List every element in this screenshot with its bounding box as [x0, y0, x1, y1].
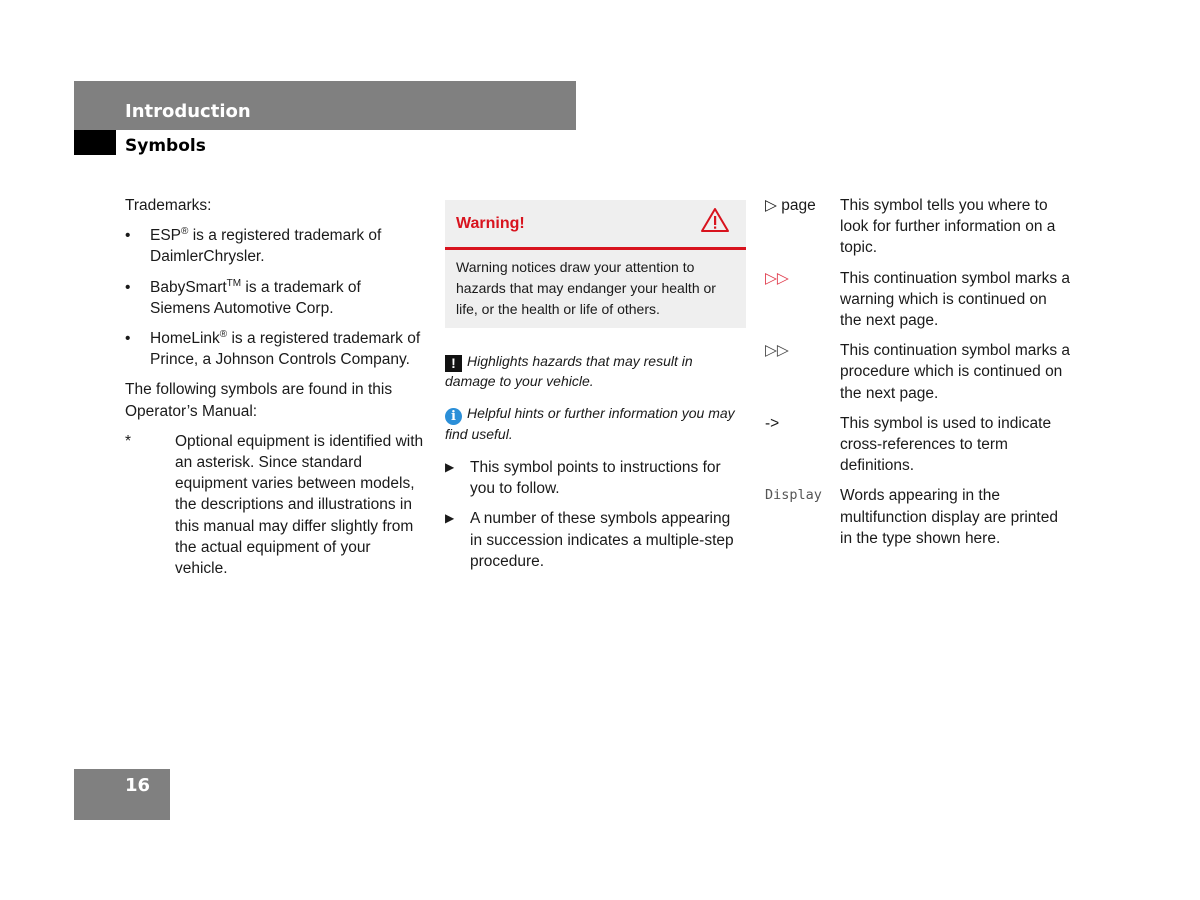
page-number: 16	[125, 775, 151, 796]
column-right: ▷ page This symbol tells you where to lo…	[765, 195, 1070, 558]
warning-continuation-icon: ▷▷	[765, 269, 789, 287]
warning-header: Warning!	[445, 200, 746, 250]
column-left: Trademarks: • ESP® is a registered tradem…	[125, 195, 425, 579]
warning-triangle-icon	[700, 207, 730, 239]
instruction-steps: ▶ This symbol points to instructions for …	[445, 457, 746, 572]
warning-body: Warning notices draw your attention to h…	[456, 259, 716, 317]
trademark-item: • ESP® is a registered trademark of Daiml…	[125, 226, 382, 266]
definition-cross-reference: -> This symbol is used to indicate cross…	[765, 413, 1070, 477]
page-reference-icon: ▷ page	[765, 197, 816, 214]
trademark-list: • ESP® is a registered trademark of Daiml…	[125, 225, 425, 370]
chapter-title: Introduction	[125, 101, 251, 122]
cross-reference-arrow-icon: ->	[765, 414, 780, 432]
exclamation-icon: !	[445, 355, 462, 372]
step-item: ▶ This symbol points to instructions for …	[445, 459, 721, 498]
note-vehicle-damage: ! Highlights hazards that may result in d…	[445, 353, 693, 389]
symbols-intro: The following symbols are found in this …	[125, 381, 393, 420]
warning-box: Warning! Warning notices draw your atten…	[445, 200, 746, 328]
info-icon: i	[445, 408, 462, 425]
play-arrow-icon: ▶	[445, 511, 455, 526]
definition-display-type: Display Words appearing in the multifunc…	[765, 485, 1070, 549]
play-arrow-icon: ▶	[445, 460, 455, 474]
asterisk-definition: * Optional equipment is identified with …	[125, 431, 425, 579]
bullet-icon: •	[125, 330, 131, 348]
definition-warning-continued: ▷▷ This continuation symbol marks a warn…	[765, 268, 1070, 332]
asterisk-text: Optional equipment is identified with an…	[175, 432, 424, 578]
bullet-icon: •	[125, 278, 131, 296]
column-middle: Warning! Warning notices draw your atten…	[445, 200, 746, 581]
display-type-sample: Display	[765, 487, 822, 504]
definition-procedure-continued: ▷▷ This continuation symbol marks a proc…	[765, 340, 1070, 404]
page-number-box	[74, 769, 170, 820]
trademark-item: • BabySmartTM is a trademark of Siemens A…	[125, 277, 361, 317]
asterisk-icon: *	[125, 432, 132, 450]
bullet-icon: •	[125, 227, 131, 245]
definition-page-reference: ▷ page This symbol tells you where to lo…	[765, 195, 1070, 259]
trademark-item: • HomeLink® is a registered trademark of …	[125, 328, 421, 369]
note-helpful-hints: i Helpful hints or further information yo…	[445, 405, 735, 442]
warning-title: Warning!	[456, 214, 525, 232]
section-title: Symbols	[125, 136, 206, 156]
procedure-continuation-icon: ▷▷	[765, 342, 789, 360]
section-marker	[74, 130, 116, 155]
step-item: ▶ A number of these symbols appearing in …	[445, 510, 734, 570]
trademarks-heading: Trademarks:	[125, 197, 212, 214]
